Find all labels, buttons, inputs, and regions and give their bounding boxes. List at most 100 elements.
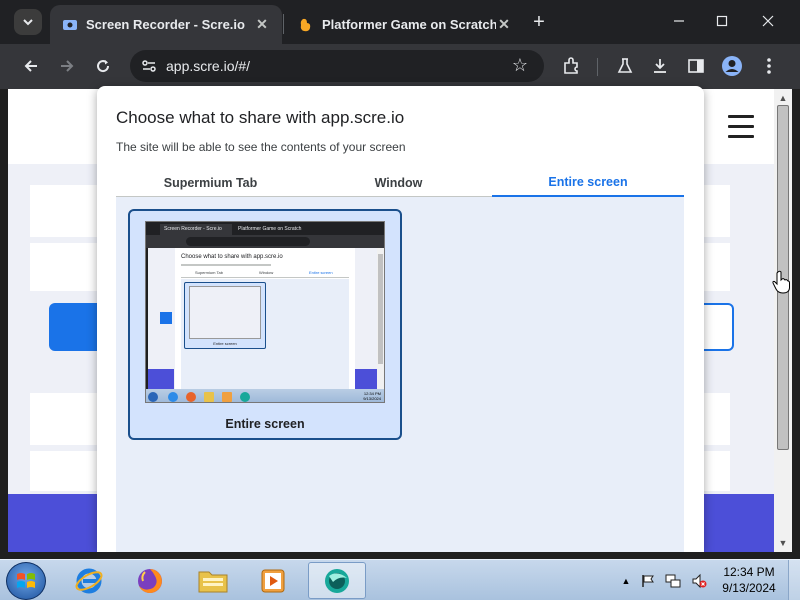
thumbnail-dialog-tab: Entire screen bbox=[309, 270, 333, 275]
thumbnail-page-button bbox=[160, 312, 172, 324]
file-explorer-taskbar-button[interactable] bbox=[187, 562, 239, 599]
share-source-list: Screen Recorder - Scre.io Platformer Gam… bbox=[116, 197, 684, 552]
thumbnail-dialog-content: Entire screen bbox=[181, 279, 349, 389]
url-text: app.scre.io/#/ bbox=[166, 58, 251, 74]
thumbnail-dialog-tabs: Supermium Tab Window Entire screen bbox=[181, 270, 349, 278]
tray-overflow-icon[interactable]: ▲ bbox=[619, 560, 633, 600]
tab-entire-screen[interactable]: Entire screen bbox=[492, 168, 684, 197]
firefox-taskbar-button[interactable] bbox=[124, 562, 176, 599]
chevron-down-icon bbox=[23, 19, 33, 26]
new-tab-button[interactable]: + bbox=[528, 10, 550, 34]
downloads-icon[interactable] bbox=[646, 53, 674, 79]
thumbnail-start-icon bbox=[148, 392, 158, 402]
labs-flask-icon[interactable] bbox=[611, 53, 639, 79]
menu-kebab-icon[interactable] bbox=[755, 53, 783, 79]
share-screen-dialog: Choose what to share with app.scre.io Th… bbox=[97, 86, 704, 552]
windows-logo-icon bbox=[17, 573, 35, 588]
thumbnail-tile-label: Entire screen bbox=[213, 341, 237, 346]
reload-button[interactable] bbox=[89, 53, 117, 79]
media-player-icon bbox=[261, 569, 285, 592]
tab-window[interactable]: Window bbox=[305, 168, 492, 197]
tab-search-button[interactable] bbox=[14, 9, 42, 35]
network-icon[interactable] bbox=[663, 560, 683, 600]
thumbnail-firefox-icon bbox=[186, 392, 196, 402]
maximize-icon bbox=[716, 15, 728, 27]
thumbnail-clock-date: 9/13/2024 bbox=[363, 396, 381, 401]
internet-explorer-taskbar-button[interactable] bbox=[63, 562, 115, 599]
screen-recorder-favicon-icon bbox=[62, 17, 78, 33]
tab-supermium-tab[interactable]: Supermium Tab bbox=[116, 168, 305, 197]
bookmark-star-icon[interactable]: ☆ bbox=[510, 55, 530, 75]
forward-button[interactable] bbox=[53, 53, 81, 79]
thumbnail-tile: Entire screen bbox=[184, 282, 266, 349]
thumbnail-clock: 12:34 PM 9/13/2024 bbox=[363, 391, 381, 401]
tab-title: Platformer Game on Scratch bbox=[322, 17, 496, 32]
clock-date: 9/13/2024 bbox=[722, 581, 776, 595]
tab-screen-recorder[interactable]: Screen Recorder - Scre.io ✕ bbox=[50, 5, 282, 44]
media-player-taskbar-button[interactable] bbox=[247, 562, 299, 599]
folder-icon bbox=[198, 571, 228, 592]
close-tab-icon[interactable]: ✕ bbox=[496, 16, 512, 33]
thumbnail-dialog-tab: Supermium Tab bbox=[195, 270, 223, 275]
hand-cursor-icon bbox=[772, 270, 790, 294]
entire-screen-option[interactable]: Screen Recorder - Scre.io Platformer Gam… bbox=[128, 209, 402, 440]
thumbnail-tab: Platformer Game on Scratch bbox=[238, 226, 302, 232]
clock-time: 12:34 PM bbox=[723, 565, 775, 579]
entire-screen-label: Entire screen bbox=[225, 417, 305, 431]
window-edge bbox=[792, 89, 800, 552]
toolbar-divider bbox=[597, 58, 598, 76]
site-info-icon[interactable] bbox=[138, 55, 160, 77]
hamburger-menu-icon[interactable] bbox=[728, 115, 754, 138]
thumbnail-toolbar bbox=[146, 235, 384, 248]
minimize-button[interactable] bbox=[664, 8, 694, 34]
screen-recorder-taskbar-button[interactable] bbox=[308, 562, 366, 599]
volume-muted-icon[interactable] bbox=[689, 560, 709, 600]
firefox-icon bbox=[138, 568, 162, 593]
system-clock[interactable]: 12:34 PM 9/13/2024 bbox=[716, 564, 782, 596]
thumbnail-dialog-subtitle bbox=[181, 264, 271, 266]
extensions-icon[interactable] bbox=[557, 53, 585, 79]
thumbnail-tab-strip: Screen Recorder - Scre.io Platformer Gam… bbox=[146, 222, 384, 235]
profile-avatar-icon[interactable] bbox=[718, 53, 746, 79]
tab-divider bbox=[283, 14, 284, 34]
thumbnail-taskbar: 12:34 PM 9/13/2024 bbox=[146, 389, 384, 402]
action-center-flag-icon[interactable] bbox=[639, 560, 657, 600]
thumbnail-dialog: Choose what to share with app.scre.io Su… bbox=[175, 248, 355, 389]
reload-icon bbox=[97, 60, 110, 73]
minimize-icon bbox=[674, 20, 684, 22]
back-button[interactable] bbox=[17, 53, 45, 79]
arrow-left-icon bbox=[24, 60, 37, 72]
screen-recorder-app-icon bbox=[325, 568, 349, 593]
dialog-subtitle: The site will be able to see the content… bbox=[116, 140, 406, 154]
thumbnail-dialog-title: Choose what to share with app.scre.io bbox=[181, 254, 283, 260]
scroll-up-icon[interactable]: ▲ bbox=[778, 93, 788, 103]
thumbnail-media-icon bbox=[222, 392, 232, 402]
thumbnail-mini-screen bbox=[189, 286, 261, 339]
tab-platformer-game[interactable]: Platformer Game on Scratch ✕ bbox=[286, 5, 524, 44]
thumbnail-scrollbar bbox=[377, 248, 384, 389]
show-desktop-button[interactable] bbox=[788, 560, 800, 600]
thumbnail-folder-icon bbox=[204, 392, 214, 402]
maximize-button[interactable] bbox=[707, 8, 737, 34]
thumbnail-tab: Screen Recorder - Scre.io bbox=[160, 224, 232, 235]
close-window-button[interactable] bbox=[753, 8, 783, 34]
tab-strip: Screen Recorder - Scre.io ✕ Platformer G… bbox=[0, 0, 800, 44]
dialog-title: Choose what to share with app.scre.io bbox=[116, 108, 405, 127]
tab-title: Screen Recorder - Scre.io bbox=[86, 17, 245, 32]
arrow-right-icon bbox=[61, 60, 74, 72]
windows-taskbar: ▲ 12:34 PM 9/13/2024 bbox=[0, 559, 800, 600]
page-scrollbar[interactable]: ▲ ▼ bbox=[774, 89, 792, 552]
thumbnail-ie-icon bbox=[168, 392, 178, 402]
close-tab-icon[interactable]: ✕ bbox=[254, 16, 270, 33]
address-bar[interactable]: app.scre.io/#/ ☆ bbox=[130, 50, 544, 82]
thumbnail-footer bbox=[148, 369, 174, 389]
window-bottom-border bbox=[0, 552, 800, 559]
screen-thumbnail: Screen Recorder - Scre.io Platformer Gam… bbox=[145, 221, 385, 403]
browser-toolbar: app.scre.io/#/ ☆ bbox=[0, 44, 800, 89]
start-button[interactable] bbox=[6, 562, 46, 600]
side-panel-icon[interactable] bbox=[682, 53, 710, 79]
thumbnail-dialog-tab: Window bbox=[259, 270, 274, 275]
share-source-tabs: Supermium Tab Window Entire screen bbox=[116, 168, 684, 197]
thumbnail-footer bbox=[355, 369, 377, 389]
scroll-down-icon[interactable]: ▼ bbox=[778, 538, 788, 548]
